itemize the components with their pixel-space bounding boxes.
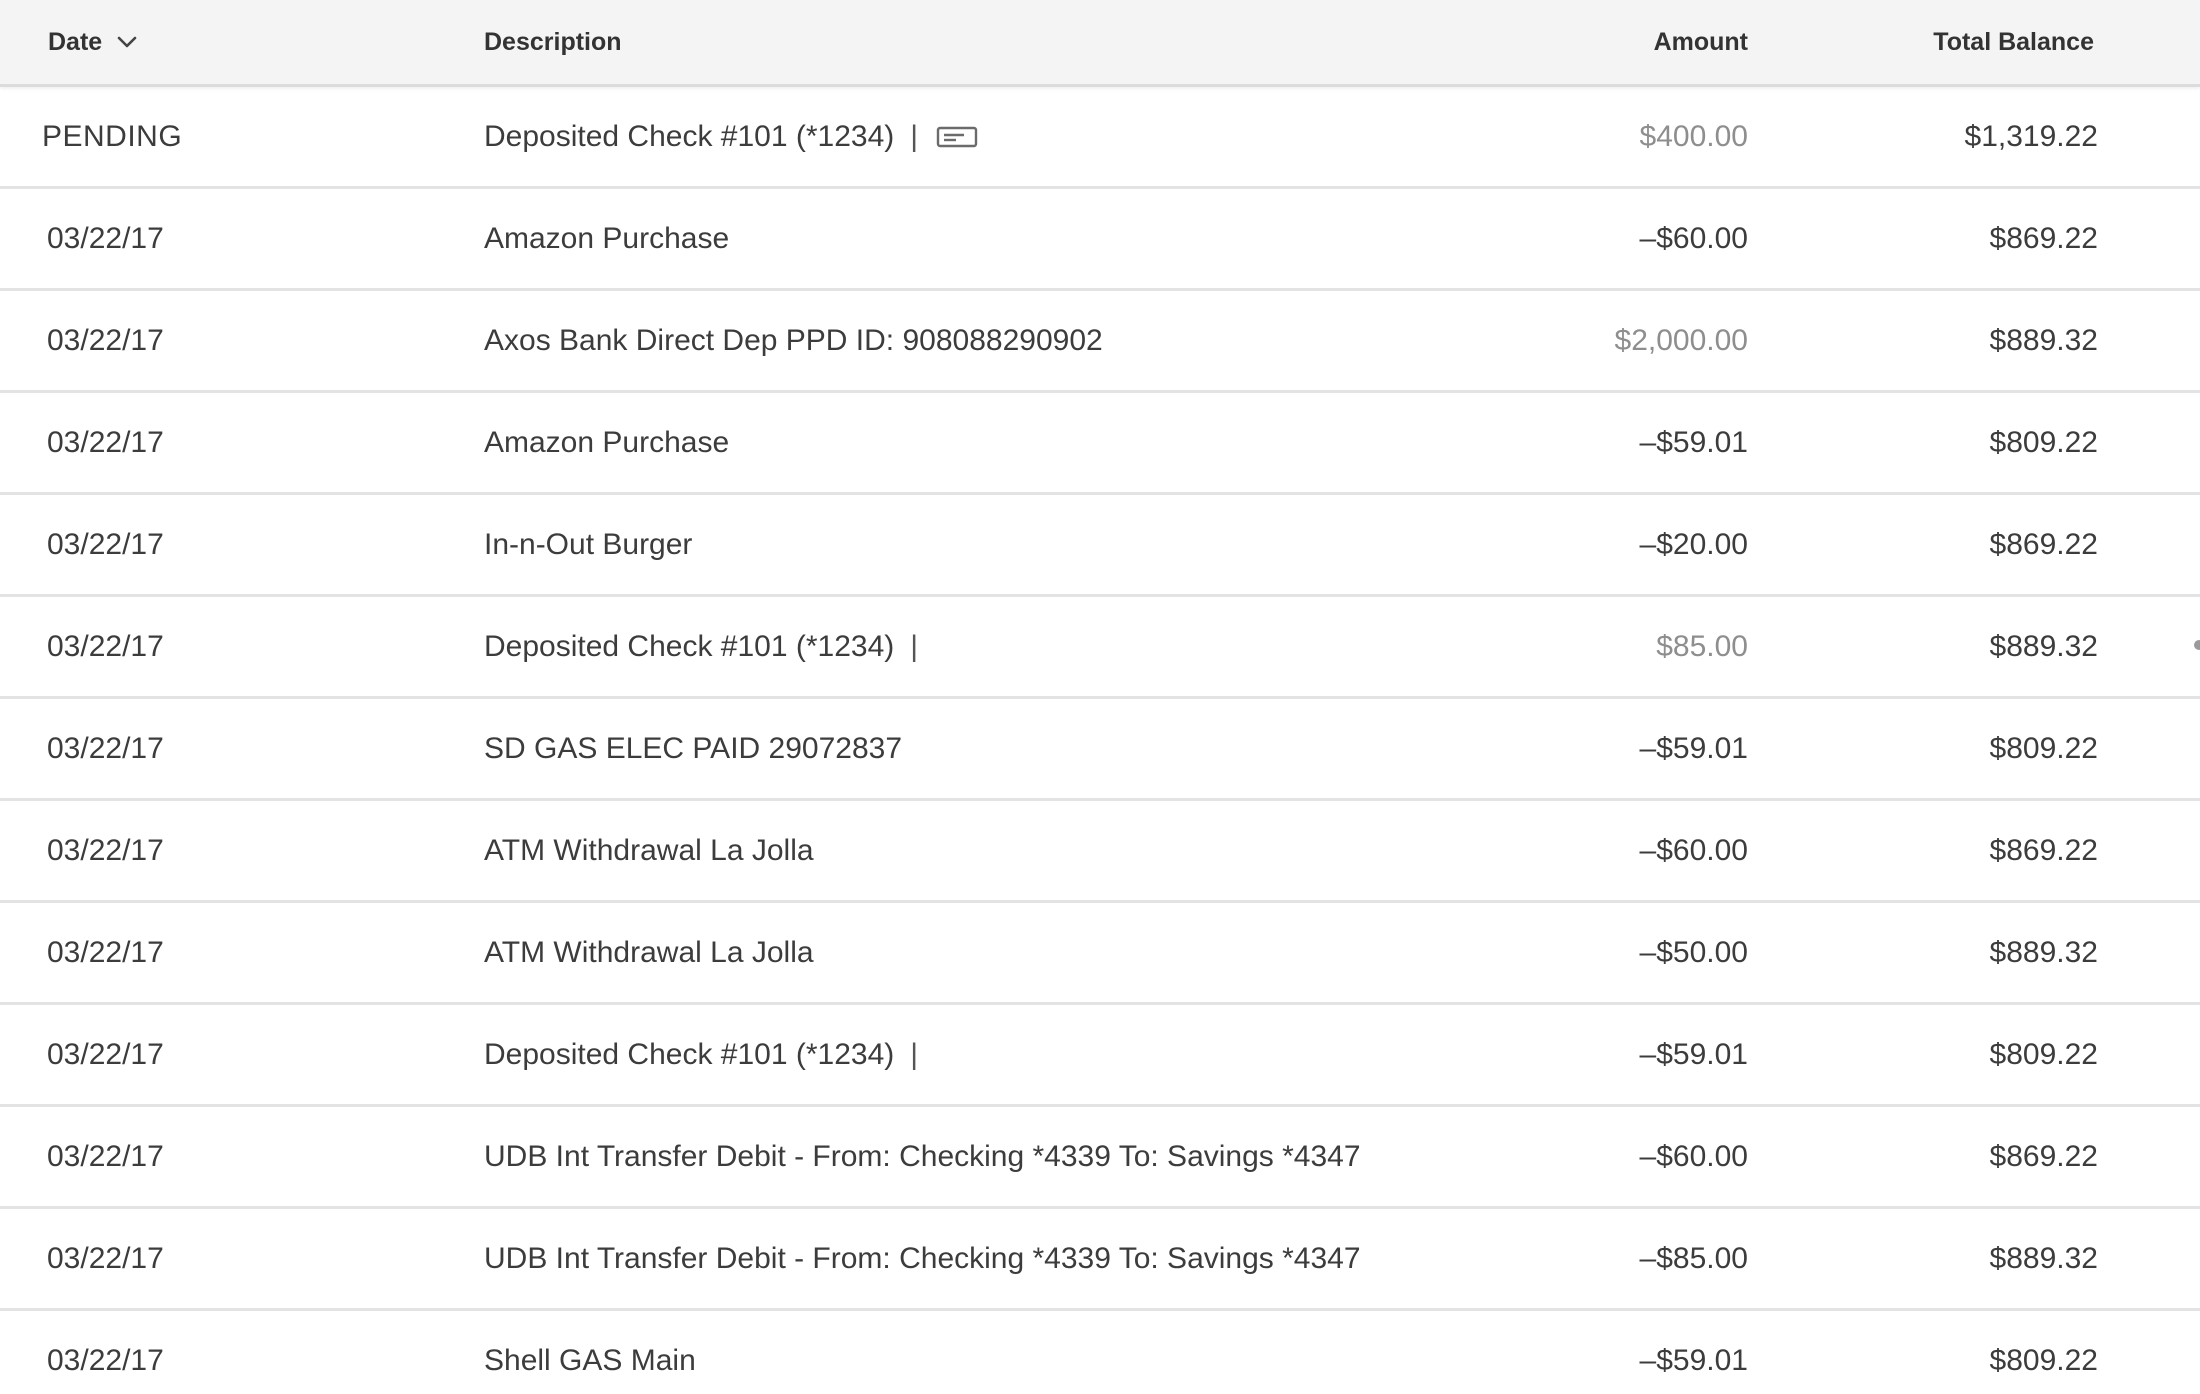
row-balance: $809.22 (1989, 1343, 2098, 1377)
row-amount: –$60.00 (1639, 833, 1748, 867)
transaction-list: PENDING Deposited Check #101 (*1234) | $400… (0, 87, 2200, 1394)
row-amount: –$20.00 (1639, 527, 1748, 561)
table-row[interactable]: 03/22/17 Deposited Check #101 (*1234) | –$5… (0, 1005, 2200, 1107)
row-date: 03/22/17 (47, 1037, 164, 1071)
row-separator: | (910, 1037, 919, 1071)
row-date: 03/22/17 (47, 1241, 164, 1275)
row-date: 03/22/17 (47, 221, 164, 255)
row-balance: $869.22 (1989, 527, 2098, 561)
row-description: Deposited Check #101 (*1234) | (484, 597, 918, 696)
row-description-text: SD GAS ELEC PAID 29072837 (484, 731, 903, 765)
row-description: Shell GAS Main (484, 1311, 696, 1394)
table-row[interactable]: 03/22/17 In-n-Out Burger –$20.00 $869.22 (0, 495, 2200, 597)
row-description: Axos Bank Direct Dep PPD ID: 90808829090… (484, 291, 1103, 390)
chevron-down-icon (116, 35, 138, 49)
row-balance: $889.32 (1989, 1241, 2098, 1275)
table-row[interactable]: 03/22/17 Shell GAS Main –$59.01 $809.22 (0, 1311, 2200, 1394)
row-description-text: Amazon Purchase (484, 221, 730, 255)
row-separator: | (910, 119, 919, 153)
row-date: PENDING (42, 119, 183, 153)
row-description: SD GAS ELEC PAID 29072837 (484, 699, 902, 798)
row-date: 03/22/17 (47, 629, 164, 663)
transactions-table: Date Description Amount Total Balance PE… (0, 0, 2200, 1394)
row-description-text: Shell GAS Main (484, 1343, 696, 1377)
row-date: 03/22/17 (47, 833, 164, 867)
row-amount: –$60.00 (1639, 1139, 1748, 1173)
row-amount: –$59.01 (1639, 731, 1748, 765)
row-amount: $85.00 (1656, 629, 1748, 663)
check-image-icon[interactable] (936, 125, 978, 149)
row-amount: –$50.00 (1639, 935, 1748, 969)
row-date: 03/22/17 (47, 1343, 164, 1377)
balance-column-header: Total Balance (1933, 27, 2094, 56)
table-row[interactable]: 03/22/17 ATM Withdrawal La Jolla –$50.00 $8… (0, 903, 2200, 1005)
table-row[interactable]: 03/22/17 ATM Withdrawal La Jolla –$60.00 $8… (0, 801, 2200, 903)
row-date: 03/22/17 (47, 935, 164, 969)
row-description: ATM Withdrawal La Jolla (484, 903, 814, 1002)
row-balance: $869.22 (1989, 833, 2098, 867)
row-description-text: Deposited Check #101 (*1234) (484, 119, 895, 153)
row-date: 03/22/17 (47, 1139, 164, 1173)
row-description: In-n-Out Burger (484, 495, 692, 594)
row-description-text: Amazon Purchase (484, 425, 730, 459)
date-column-header: Date (48, 27, 103, 56)
sort-by-date-button[interactable]: Date (48, 0, 138, 84)
row-amount: –$85.00 (1639, 1241, 1748, 1275)
row-balance: $1,319.22 (1964, 119, 2098, 153)
row-description-text: In-n-Out Burger (484, 527, 693, 561)
row-amount: –$60.00 (1639, 221, 1748, 255)
row-amount: –$59.01 (1639, 425, 1748, 459)
row-description: Amazon Purchase (484, 393, 729, 492)
row-description: UDB Int Transfer Debit - From: Checking … (484, 1209, 1361, 1308)
row-balance: $889.32 (1989, 629, 2098, 663)
row-description-text: Deposited Check #101 (*1234) (484, 629, 895, 663)
table-row[interactable]: 03/22/17 UDB Int Transfer Debit - From: C… (0, 1107, 2200, 1209)
table-row[interactable]: 03/22/17 Amazon Purchase –$60.00 $869.22 (0, 189, 2200, 291)
row-separator: | (910, 629, 919, 663)
row-date: 03/22/17 (47, 323, 164, 357)
row-amount: –$59.01 (1639, 1037, 1748, 1071)
row-description-text: Axos Bank Direct Dep PPD ID: 90808829090… (484, 323, 1103, 357)
row-description: ATM Withdrawal La Jolla (484, 801, 814, 900)
row-description: Amazon Purchase (484, 189, 729, 288)
table-row[interactable]: 03/22/17 UDB Int Transfer Debit - From: C… (0, 1209, 2200, 1311)
row-balance: $809.22 (1989, 1037, 2098, 1071)
table-row[interactable]: 03/22/17 Axos Bank Direct Dep PPD ID: 908… (0, 291, 2200, 393)
row-date: 03/22/17 (47, 527, 164, 561)
row-description-text: ATM Withdrawal La Jolla (484, 833, 814, 867)
row-date: 03/22/17 (47, 731, 164, 765)
table-row[interactable]: 03/22/17 Amazon Purchase –$59.01 $809.22 (0, 393, 2200, 495)
row-date: 03/22/17 (47, 425, 164, 459)
row-description-text: ATM Withdrawal La Jolla (484, 935, 814, 969)
description-column-header: Description (484, 27, 622, 56)
row-amount: –$59.01 (1639, 1343, 1748, 1377)
row-description-text: Deposited Check #101 (*1234) (484, 1037, 895, 1071)
row-balance: $809.22 (1989, 731, 2098, 765)
amount-column-header: Amount (1653, 27, 1748, 56)
table-row[interactable]: 03/22/17 Deposited Check #101 (*1234) | $85… (0, 597, 2200, 699)
row-description-text: UDB Int Transfer Debit - From: Checking … (484, 1139, 1361, 1173)
row-balance: $889.32 (1989, 935, 2098, 969)
table-row[interactable]: 03/22/17 SD GAS ELEC PAID 29072837 –$59.01… (0, 699, 2200, 801)
row-amount: $2,000.00 (1614, 323, 1748, 357)
row-description-text: UDB Int Transfer Debit - From: Checking … (484, 1241, 1361, 1275)
edge-dot (2194, 640, 2200, 650)
table-row[interactable]: PENDING Deposited Check #101 (*1234) | $400… (0, 87, 2200, 189)
row-balance: $889.32 (1989, 323, 2098, 357)
row-balance: $869.22 (1989, 1139, 2098, 1173)
row-amount: $400.00 (1639, 119, 1748, 153)
row-description: Deposited Check #101 (*1234) | (484, 87, 978, 186)
row-description: Deposited Check #101 (*1234) | (484, 1005, 918, 1104)
row-balance: $869.22 (1989, 221, 2098, 255)
row-balance: $809.22 (1989, 425, 2098, 459)
table-header: Date Description Amount Total Balance (0, 0, 2200, 87)
row-description: UDB Int Transfer Debit - From: Checking … (484, 1107, 1361, 1206)
